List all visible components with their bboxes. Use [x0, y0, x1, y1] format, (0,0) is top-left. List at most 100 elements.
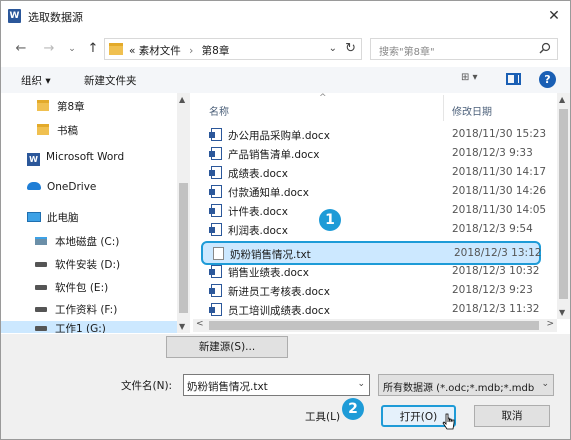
file-type-value: 所有数据源 (*.odc;*.mdb;*.mdb — [383, 383, 535, 394]
address-bar[interactable]: « 素材文件 › 第8章 ⌄ ↻ — [104, 38, 362, 60]
file-name: 办公用品采购单.docx — [228, 130, 330, 142]
breadcrumb-item-materials[interactable]: 素材文件 — [139, 45, 181, 57]
sidebar-item-label: 软件包 (E:) — [55, 282, 109, 294]
search-input[interactable]: 搜索"第8章" — [370, 38, 558, 60]
file-name: 奶粉销售情况.txt — [230, 249, 311, 261]
scroll-up-icon[interactable]: ▲ — [179, 95, 185, 104]
scroll-left-icon[interactable]: < — [196, 319, 204, 329]
sort-ascending-icon: ^ — [319, 93, 327, 103]
file-name: 成绩表.docx — [228, 168, 288, 180]
file-date: 2018/12/3 10:32 — [452, 265, 540, 277]
drive-icon — [35, 262, 47, 267]
dialog-title: 选取数据源 — [28, 11, 83, 24]
file-row[interactable]: 销售业绩表.docx 2018/12/3 10:32 — [201, 262, 541, 281]
file-name: 销售业绩表.docx — [228, 267, 309, 279]
filename-value: 奶粉销售情况.txt — [187, 381, 268, 393]
sidebar-item-onedrive[interactable]: OneDrive — [27, 181, 96, 193]
file-row[interactable]: 产品销售清单.docx 2018/12/3 9:33 — [201, 144, 541, 163]
drive-icon — [35, 237, 47, 245]
sidebar-item-drive-g[interactable]: 工作1 (G:) — [1, 321, 177, 333]
recent-locations-button[interactable]: ⌄ — [64, 44, 80, 54]
up-button[interactable]: ↑ — [85, 41, 101, 56]
new-source-button[interactable]: 新建源(S)... — [166, 336, 288, 358]
drive-icon — [35, 285, 47, 290]
chevron-down-icon[interactable]: ⌄ — [357, 379, 365, 389]
navigation-pane-scrollbar[interactable]: ▲ ▼ — [177, 93, 190, 333]
sidebar-item-label: 书稿 — [57, 125, 78, 137]
column-header-date-modified[interactable]: 修改日期 — [452, 103, 492, 118]
step-badge-2: 2 — [342, 398, 364, 420]
sidebar-item-label: OneDrive — [47, 181, 97, 193]
word-document-icon — [209, 166, 222, 179]
file-name: 新进员工考核表.docx — [228, 286, 330, 298]
view-options-button[interactable]: ⊞ ▾ — [461, 72, 478, 83]
file-date: 2018/12/3 9:23 — [452, 284, 533, 296]
word-document-icon — [209, 223, 222, 236]
file-list-horizontal-scrollbar[interactable]: < > — [193, 319, 557, 332]
file-row[interactable]: 付款通知单.docx 2018/11/30 14:26 — [201, 182, 546, 201]
word-document-icon — [209, 284, 222, 297]
file-date: 2018/12/3 9:54 — [452, 223, 533, 235]
word-icon: W — [27, 153, 40, 166]
refresh-icon[interactable]: ↻ — [345, 41, 356, 56]
search-icon — [539, 42, 551, 54]
word-document-icon — [209, 147, 222, 160]
chevron-down-icon[interactable]: ⌄ — [541, 379, 549, 389]
cancel-button[interactable]: 取消 — [474, 405, 550, 427]
step-badge-1: 1 — [319, 209, 341, 231]
scrollbar-thumb[interactable] — [179, 183, 188, 313]
file-list: ^ 名称 修改日期 办公用品采购单.docx 2018/11/30 15:23 产… — [193, 93, 570, 319]
file-date: 2018/12/3 11:32 — [452, 303, 540, 315]
file-row[interactable]: 计件表.docx 2018/11/30 14:05 — [201, 201, 546, 220]
filename-field[interactable]: 奶粉销售情况.txt ⌄ — [183, 374, 370, 396]
file-date: 2018/11/30 15:23 — [452, 128, 547, 140]
column-header-name[interactable]: 名称 — [209, 103, 229, 118]
sidebar-item-this-pc[interactable]: 此电脑 — [27, 210, 79, 225]
forward-button[interactable]: → — [41, 41, 57, 56]
breadcrumb-separator: › — [189, 45, 194, 57]
file-name: 付款通知单.docx — [228, 187, 309, 199]
folder-icon — [37, 124, 49, 135]
preview-pane-icon[interactable] — [506, 73, 521, 85]
sidebar-item-chapter8[interactable]: 第8章 — [37, 99, 85, 114]
scroll-down-icon[interactable]: ▼ — [179, 322, 185, 331]
file-name: 产品销售清单.docx — [228, 149, 320, 161]
sidebar-item-drive-c[interactable]: 本地磁盘 (C:) — [35, 234, 119, 249]
computer-icon — [27, 212, 41, 222]
sidebar-item-microsoft-word[interactable]: W Microsoft Word — [27, 151, 124, 166]
file-list-vertical-scrollbar[interactable]: ▲ ▼ — [557, 93, 570, 319]
file-row[interactable]: 成绩表.docx 2018/11/30 14:17 — [201, 163, 546, 182]
sidebar-item-manuscript[interactable]: 书稿 — [37, 123, 78, 138]
sidebar-item-drive-e[interactable]: 软件包 (E:) — [35, 280, 108, 295]
back-button[interactable]: ← — [13, 41, 29, 56]
column-divider[interactable] — [443, 95, 444, 121]
sidebar-item-drive-f[interactable]: 工作资料 (F:) — [35, 302, 117, 317]
file-row[interactable]: 办公用品采购单.docx 2018/11/30 15:23 — [201, 125, 546, 144]
sidebar-item-label: 此电脑 — [47, 212, 79, 224]
close-button[interactable]: ✕ — [544, 6, 564, 26]
sidebar-item-label: 工作1 (G:) — [55, 323, 106, 333]
word-document-icon — [209, 265, 222, 278]
title-bar: W 选取数据源 ✕ — [1, 1, 570, 31]
breadcrumb: « 素材文件 › 第8章 — [129, 43, 229, 58]
breadcrumb-overflow[interactable]: « — [129, 45, 135, 57]
tools-menu[interactable]: 工具(L) — [305, 409, 340, 424]
new-folder-button[interactable]: 新建文件夹 — [84, 73, 137, 88]
breadcrumb-item-chapter8[interactable]: 第8章 — [202, 45, 230, 57]
navigation-bar: ← → ⌄ ↑ « 素材文件 › 第8章 ⌄ ↻ 搜索"第8章" — [1, 31, 570, 65]
organize-menu[interactable]: 组织 ▾ — [21, 73, 51, 88]
cloud-icon — [27, 182, 41, 190]
folder-icon — [109, 43, 123, 55]
scrollbar-thumb[interactable] — [209, 321, 539, 330]
scrollbar-thumb[interactable] — [559, 109, 568, 299]
scroll-down-icon[interactable]: ▼ — [559, 308, 565, 317]
file-row[interactable]: 利润表.docx 2018/12/3 9:54 — [201, 220, 541, 239]
file-row[interactable]: 新进员工考核表.docx 2018/12/3 9:23 — [201, 281, 541, 300]
scroll-right-icon[interactable]: > — [546, 319, 554, 329]
file-row[interactable]: 员工培训成绩表.docx 2018/12/3 11:32 — [201, 300, 541, 319]
file-type-select[interactable]: 所有数据源 (*.odc;*.mdb;*.mdb ⌄ — [378, 374, 554, 396]
sidebar-item-drive-d[interactable]: 软件安装 (D:) — [35, 257, 120, 272]
chevron-down-icon[interactable]: ⌄ — [329, 43, 337, 54]
help-icon[interactable]: ? — [539, 71, 556, 88]
scroll-up-icon[interactable]: ▲ — [559, 95, 565, 104]
